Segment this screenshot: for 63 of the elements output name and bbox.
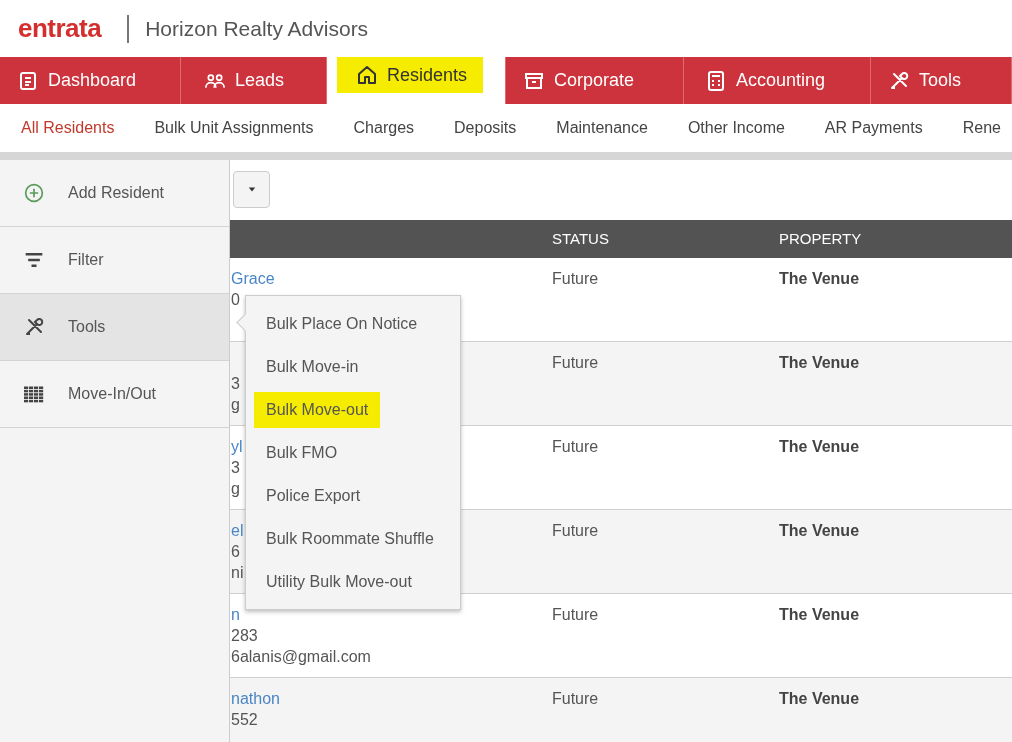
phone-text: 283: [231, 626, 258, 646]
nav-tab[interactable]: Corporate: [506, 57, 684, 104]
house-icon: [357, 65, 377, 85]
phone-text: 3: [231, 458, 240, 478]
nav-tab[interactable]: Residents: [327, 57, 506, 104]
property-cell: The Venue: [779, 438, 860, 455]
status-cell: Future: [552, 690, 599, 707]
sidebar-item[interactable]: Move-In/Out: [0, 361, 229, 428]
tools-icon: [24, 317, 44, 337]
phone-text: 0: [231, 290, 240, 310]
sidebar-item[interactable]: Tools: [0, 294, 229, 361]
column-header: STATUS: [552, 230, 610, 248]
phone-text: 6: [231, 542, 240, 562]
subnav-link[interactable]: Other Income: [667, 119, 805, 137]
status-cell: Future: [552, 354, 599, 371]
dropdown-button[interactable]: [233, 171, 270, 209]
menu-item[interactable]: Bulk FMO: [254, 431, 350, 474]
email-text: g: [231, 395, 240, 415]
resident-name-link[interactable]: Grace: [231, 268, 275, 289]
property-cell: The Venue: [779, 522, 860, 539]
email-text: ni: [231, 563, 244, 583]
add-icon: [24, 183, 44, 203]
property-cell: The Venue: [779, 690, 860, 707]
company-name: Horizon Realty Advisors: [145, 16, 369, 41]
menu-item[interactable]: Utility Bulk Move-out: [254, 560, 424, 603]
phone-text: 552: [231, 710, 258, 730]
menu-item[interactable]: Bulk Place On Notice: [254, 302, 430, 345]
nav-tab[interactable]: Dashboard: [0, 57, 181, 104]
property-cell: The Venue: [779, 606, 860, 623]
menu-item[interactable]: Bulk Move-in: [254, 345, 371, 388]
email-text: 6alanis@gmail.com: [231, 647, 371, 667]
subnav-link[interactable]: AR Payments: [804, 119, 943, 137]
phone-text: 3: [231, 374, 240, 394]
nav-tab[interactable]: Accounting: [684, 57, 871, 104]
subnav-link[interactable]: All Residents: [0, 119, 135, 137]
subnav-link[interactable]: Maintenance: [536, 119, 668, 137]
grid-icon: [24, 384, 44, 404]
status-cell: Future: [552, 270, 599, 287]
filter-icon: [24, 250, 44, 270]
subnav-link[interactable]: Bulk Unit Assignments: [134, 119, 334, 137]
resident-name-link[interactable]: el: [231, 520, 244, 541]
menu-item[interactable]: Police Export: [254, 474, 373, 517]
status-cell: Future: [552, 522, 599, 539]
email-text: g: [231, 479, 240, 499]
status-cell: Future: [552, 438, 599, 455]
menu-item[interactable]: Bulk Roommate Shuffle: [254, 517, 446, 560]
sidebar-item[interactable]: Add Resident: [0, 160, 229, 227]
subnav-link[interactable]: Charges: [333, 119, 435, 137]
resident-name-link[interactable]: nathon: [231, 688, 280, 709]
nav-tab[interactable]: Tools: [871, 57, 1012, 104]
clipboard-icon: [18, 70, 38, 91]
resident-name-link[interactable]: yl: [231, 436, 243, 457]
calculator-icon: [706, 70, 726, 91]
tools-icon: [889, 70, 909, 91]
property-cell: The Venue: [779, 354, 860, 371]
archive-icon: [524, 70, 544, 91]
column-header: PROPERTY: [779, 230, 863, 248]
status-cell: Future: [552, 606, 599, 623]
subnav-link[interactable]: Rene: [942, 119, 1012, 137]
resident-name-link[interactable]: n: [231, 604, 240, 625]
logo[interactable]: entrata: [18, 13, 102, 44]
property-cell: The Venue: [779, 270, 860, 287]
subnav-link[interactable]: Deposits: [434, 119, 537, 137]
